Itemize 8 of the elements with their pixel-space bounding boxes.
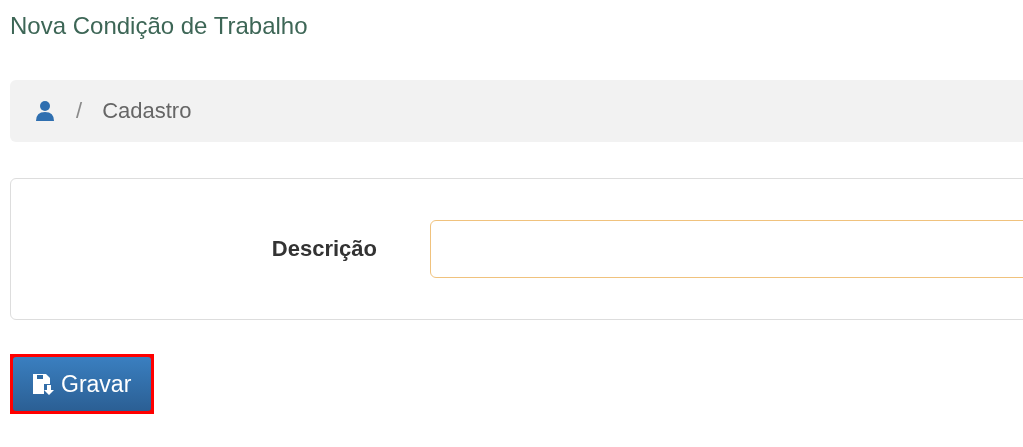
- save-button[interactable]: Gravar: [13, 357, 152, 411]
- save-icon: [31, 372, 55, 396]
- breadcrumb-item[interactable]: Cadastro: [102, 98, 192, 124]
- page-title: Nova Condição de Trabalho: [10, 11, 309, 41]
- field-label: Descrição: [270, 236, 377, 262]
- breadcrumb-separator: /: [76, 98, 83, 124]
- user-icon: [34, 100, 56, 122]
- description-input[interactable]: [430, 220, 1023, 278]
